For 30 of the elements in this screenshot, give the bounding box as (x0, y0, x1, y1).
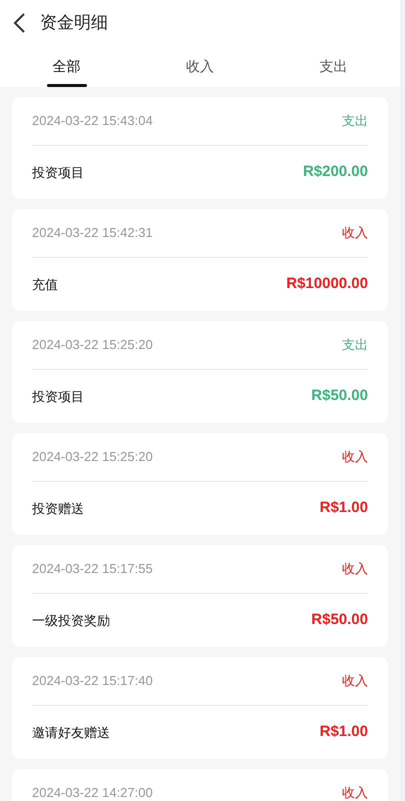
record-name: 投资赠送 (32, 500, 84, 518)
record-name: 投资项目 (32, 388, 84, 406)
record-type: 收入 (342, 560, 368, 578)
record-type: 收入 (342, 784, 368, 801)
record-name: 充值 (32, 276, 58, 294)
record-name: 一级投资奖励 (32, 612, 110, 630)
record-time: 2024-03-22 15:17:55 (32, 560, 153, 578)
tab[interactable]: 收入 (133, 45, 267, 87)
record-amount: R$200.00 (302, 162, 368, 182)
record-type: 收入 (342, 224, 368, 242)
record-amount: R$50.00 (311, 386, 368, 406)
record-amount: R$1.00 (320, 722, 368, 742)
tab[interactable]: 支出 (266, 45, 400, 87)
record-name: 邀请好友赠送 (32, 724, 110, 742)
record-time: 2024-03-22 15:25:20 (32, 448, 153, 466)
record-time: 2024-03-22 15:25:20 (32, 336, 153, 354)
record-type: 支出 (342, 336, 368, 354)
record-name: 投资项目 (32, 164, 84, 182)
record-type: 收入 (342, 672, 368, 690)
record-type: 支出 (342, 112, 368, 130)
record-amount: R$1.00 (320, 498, 368, 518)
page-title: 资金明细 (40, 12, 108, 34)
tab[interactable]: 全部 (0, 45, 134, 87)
record-type: 收入 (342, 448, 368, 466)
record-time: 2024-03-22 15:43:04 (32, 112, 153, 130)
record-amount: R$10000.00 (286, 274, 368, 294)
record-time: 2024-03-22 14:27:00 (32, 784, 153, 801)
record-amount: R$50.00 (311, 610, 368, 630)
record-time: 2024-03-22 15:17:40 (32, 672, 153, 690)
record-time: 2024-03-22 15:42:31 (32, 224, 153, 242)
